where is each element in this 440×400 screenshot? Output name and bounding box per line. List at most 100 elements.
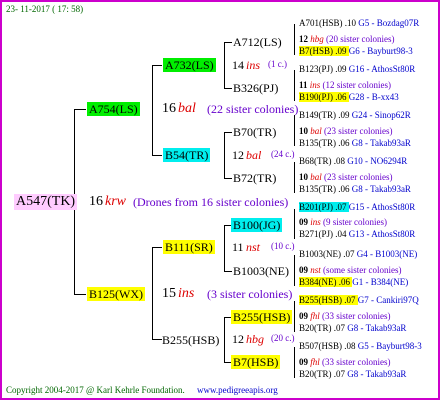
gen4-year: fhl <box>308 311 323 321</box>
gen4-row[interactable]: 09 fhl (33 sister colonies) <box>299 312 391 321</box>
gen2-connector-1a <box>224 42 232 43</box>
gen4-name: B20(TR) <box>299 369 332 379</box>
gen3-node-8[interactable]: B7(HSB) <box>231 355 281 369</box>
gen1-bottom-connector <box>152 247 153 339</box>
gen4-info: G28 - B-xx43 <box>348 92 399 102</box>
gen4-info: G5 - Bozdag07R <box>358 18 420 28</box>
gen4-year: .09 <box>333 64 349 74</box>
gen4-year: nst <box>308 265 324 275</box>
gen4-info: G8 - Takab93aR <box>351 138 411 148</box>
gen4-year: .07 <box>342 295 358 305</box>
gen4-name: B190(PJ) <box>299 92 334 102</box>
root-queen[interactable]: A547(TK) <box>14 194 78 210</box>
gen4-row[interactable]: B123(PJ) .09 G16 - AthosSt80R <box>299 65 415 74</box>
gen4-row[interactable]: 11 ins (12 sister colonies) <box>299 81 391 90</box>
gen4-row[interactable]: B20(TR) .07 G8 - Takab93aR <box>299 370 406 379</box>
gen3-node-6[interactable]: B1003(NE) <box>233 265 289 277</box>
gen4-info: G4 - B1003(NE) <box>356 249 418 259</box>
gen4-info: G5 - Bayburt98-3 <box>357 341 422 351</box>
gen4-year: .07 <box>331 323 348 333</box>
gen2-connector-4 <box>224 317 225 362</box>
gen4-year: hbg <box>308 34 326 44</box>
gen4-info: G13 - AthosSt80R <box>348 229 416 239</box>
gen4-name: 09 <box>299 217 308 227</box>
gen1-code-1: bal <box>178 101 196 116</box>
gen2-connector-1 <box>224 42 225 88</box>
gen4-row[interactable]: 09 nst (some sister colonies) <box>299 266 402 275</box>
gen4-row[interactable]: B201(PJ) .07 G15 - AthosSt80R <box>299 202 415 212</box>
gen3-node-5[interactable]: B100(JG) <box>231 218 283 232</box>
gen2-note-1: (1 c.) <box>268 59 287 69</box>
gen4-row[interactable]: B7(HSB) .09 G6 - Bayburt98-3 <box>299 46 413 56</box>
gen4-name: B384(NE) <box>299 277 337 287</box>
gen4-row[interactable]: 09 fhl (33 sister colonies) <box>299 358 391 367</box>
gen4-row[interactable]: B255(HSB) .07 G7 - Cankiri97Q <box>299 295 419 305</box>
gen4-row[interactable]: 10 bal (23 sister colonies) <box>299 127 393 136</box>
gen2-year-3: 11 <box>232 240 244 254</box>
gen2-note-3: (10 c.) <box>271 241 295 251</box>
gen4-row[interactable]: B68(TR) .08 G10 - NO6294R <box>299 157 407 166</box>
gen4-year: bal <box>308 126 325 136</box>
gen3-connector-2 <box>294 70 295 101</box>
gen1-node-2[interactable]: B125(WX) <box>87 287 145 301</box>
gen4-row[interactable]: 12 hbg (20 sister colonies) <box>299 35 394 44</box>
gen4-row[interactable]: B507(HSB) .08 G5 - Bayburt98-3 <box>299 342 422 351</box>
gen2-connector-2b <box>224 178 232 179</box>
gen2-code-3: nst <box>246 240 261 254</box>
gen4-info: G8 - Takab93aR <box>351 184 411 194</box>
gen3-node-1[interactable]: A712(LS) <box>233 36 282 48</box>
gen4-year: .07 <box>341 249 357 259</box>
gen4-row[interactable]: B149(TR) .09 G24 - Sinop62R <box>299 111 411 120</box>
gen2-node-4[interactable]: B255(HSB) <box>160 333 221 347</box>
gen3-node-2[interactable]: B326(PJ) <box>233 82 278 94</box>
gen4-row[interactable]: B20(TR) .07 G8 - Takab93aR <box>299 324 406 333</box>
gen1-top-connector-b <box>152 155 162 156</box>
gen4-name: B255(HSB) <box>299 295 343 305</box>
gen3-node-3[interactable]: B70(TR) <box>233 126 276 138</box>
gen4-row[interactable]: B271(PJ) .04 G13 - AthosSt80R <box>299 230 415 239</box>
gen4-year: .07 <box>333 202 349 212</box>
gen2-year-4: 12 <box>232 332 244 346</box>
gen1-node-1[interactable]: A754(LS) <box>87 102 140 116</box>
gen4-year: bal <box>308 172 325 182</box>
gen4-name: B271(PJ) <box>299 229 334 239</box>
footer-url[interactable]: www.pedigreeapis.org <box>197 386 278 395</box>
footer-copyright: Copyright 2004-2017 @ Karl Kehrle Founda… <box>6 385 185 395</box>
gen2-node-2[interactable]: B54(TR) <box>163 148 211 162</box>
gen3-node-7[interactable]: B255(HSB) <box>231 310 293 324</box>
gen4-row[interactable]: B1003(NE) .07 G4 - B1003(NE) <box>299 250 417 259</box>
pedigree-canvas: { "header": { "date": "23- 11-2017 ( 17:… <box>0 0 440 400</box>
gen4-year: .10 <box>342 18 359 28</box>
gen2-connector-2 <box>224 132 225 178</box>
gen4-name: B20(TR) <box>299 323 332 333</box>
gen3-connector-5 <box>294 209 295 239</box>
gen1-top-connector <box>152 65 153 155</box>
gen1-note-2: (3 sister colonies) <box>207 287 293 301</box>
gen2-connector-3b <box>224 271 232 272</box>
gen4-row[interactable]: 10 bal (23 sister colonies) <box>299 173 393 182</box>
gen2-node-1[interactable]: A732(LS) <box>163 58 216 72</box>
gen4-year: fhl <box>308 357 323 367</box>
gen4-name: B68(TR) <box>299 156 332 166</box>
gen4-row[interactable]: 09 ins (9 sister colonies) <box>299 218 387 227</box>
gen3-connector-3 <box>294 115 295 146</box>
gen2-code-2: bal <box>246 148 262 162</box>
gen4-name: 11 <box>299 80 308 90</box>
gen4-row[interactable]: B135(TR) .06 G8 - Takab93aR <box>299 139 411 148</box>
gen4-row[interactable]: B384(NE) .06 G1 - B384(NE) <box>299 277 408 287</box>
root-connector-bottom <box>74 294 86 295</box>
gen4-year: .07 <box>331 369 348 379</box>
gen2-node-3[interactable]: B111(SR) <box>163 240 215 254</box>
gen4-name: 09 <box>299 311 308 321</box>
gen2-code-4: hbg <box>246 332 264 346</box>
gen2-code-1: ins <box>246 58 261 72</box>
gen4-info: (33 sister colonies) <box>322 311 391 321</box>
gen4-info: G8 - Takab93aR <box>347 323 407 333</box>
gen4-row[interactable]: A701(HSB) .10 G5 - Bozdag07R <box>299 19 419 28</box>
gen4-row[interactable]: B190(PJ) .06 G28 - B-xx43 <box>299 92 399 102</box>
gen1-bottom-connector-a <box>152 247 162 248</box>
gen4-row[interactable]: B135(TR) .06 G8 - Takab93aR <box>299 185 411 194</box>
gen2-connector-3 <box>224 225 225 271</box>
gen3-node-4[interactable]: B72(TR) <box>233 172 276 184</box>
root-year: 16 <box>89 194 103 209</box>
